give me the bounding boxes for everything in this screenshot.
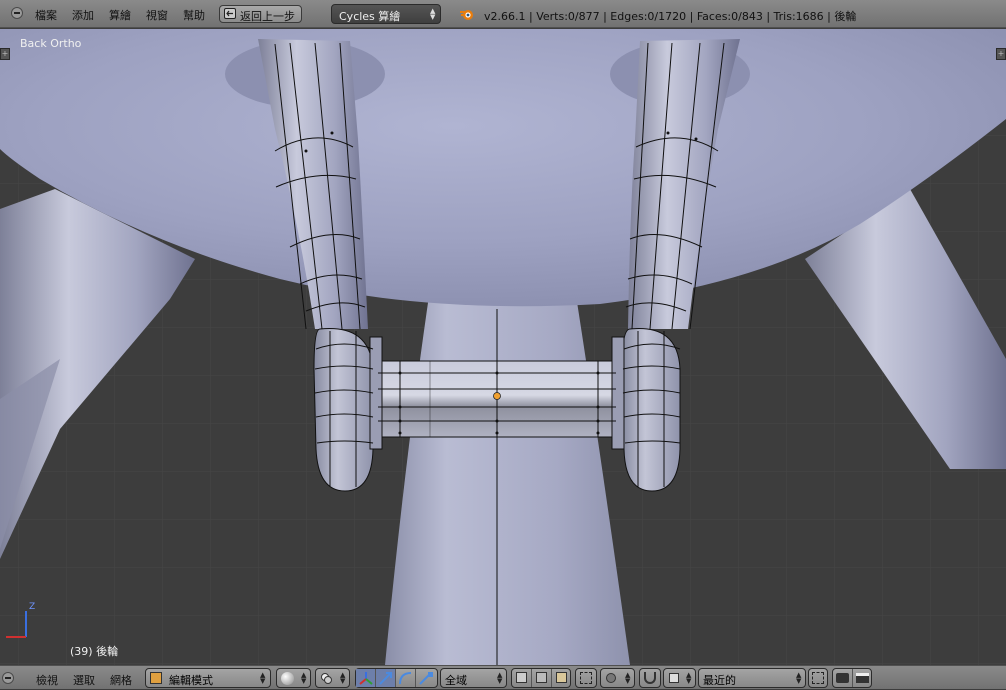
- rotate-icon: [399, 672, 412, 685]
- back-to-previous-button[interactable]: 返回上一步: [219, 5, 302, 23]
- menu-render[interactable]: 算繪: [109, 7, 131, 23]
- mode-label: 編輯模式: [169, 674, 213, 687]
- back-icon: [224, 8, 236, 19]
- mode-select[interactable]: 編輯模式 ▲ ▼: [145, 668, 271, 688]
- header-collapse-icon[interactable]: [2, 672, 14, 684]
- vertex-select-mode[interactable]: [512, 669, 532, 687]
- updown-arrows-icon: ▲ ▼: [686, 671, 692, 685]
- axis-z-label: Z: [29, 602, 36, 612]
- limit-selection-icon: [580, 672, 592, 684]
- object-origin-icon: [493, 392, 501, 400]
- limit-selection-toggle[interactable]: [575, 668, 597, 688]
- manipulator-icon: [359, 672, 373, 685]
- updown-arrows-icon: ▲ ▼: [260, 671, 266, 685]
- edge-select-icon: [536, 672, 547, 683]
- 3d-viewport[interactable]: Z Back Ortho (39) 後輪 + +: [0, 29, 1006, 665]
- translate-manipulator[interactable]: [376, 669, 396, 687]
- vertex-select-icon: [516, 672, 527, 683]
- right-wheel: [621, 328, 681, 492]
- scene-stats: v2.66.1 | Verts:0/877 | Edges:0/1720 | F…: [484, 10, 857, 23]
- viewport-header: 檢視 選取 網格 編輯模式 ▲ ▼ ▲ ▼ ▲ ▼ 全域 ▲ ▼ ▲ ▼ ▲ ▼…: [0, 665, 1006, 689]
- snap-target-select[interactable]: 最近的 ▲ ▼: [698, 668, 806, 688]
- snap-target-label: 最近的: [703, 674, 736, 687]
- updown-arrows-icon: ▲ ▼: [340, 671, 346, 685]
- updown-arrows-icon: ▲ ▼: [796, 671, 802, 685]
- menu-add[interactable]: 添加: [72, 7, 94, 23]
- face-select-mode[interactable]: [552, 669, 571, 687]
- pivot-point-select[interactable]: ▲ ▼: [315, 668, 350, 688]
- scale-icon: [419, 672, 433, 685]
- opengl-render-image[interactable]: [833, 669, 853, 687]
- menu-view[interactable]: 檢視: [36, 672, 58, 688]
- magnet-icon: [644, 672, 656, 684]
- menu-mesh[interactable]: 網格: [110, 672, 132, 688]
- info-header: 檔案 添加 算繪 視窗 幫助 返回上一步 Cycles 算繪 ▲ ▼ v2.66.…: [0, 0, 1006, 28]
- edge-select-mode[interactable]: [532, 669, 552, 687]
- manipulator-toggle[interactable]: [356, 669, 376, 687]
- render-engine-select[interactable]: Cycles 算繪 ▲ ▼: [331, 4, 441, 24]
- back-button-label: 返回上一步: [240, 10, 295, 23]
- menu-window[interactable]: 視窗: [146, 7, 168, 23]
- proportional-edit-icon: [606, 673, 616, 683]
- face-select-icon: [556, 672, 567, 683]
- scale-manipulator[interactable]: [416, 669, 437, 687]
- pivot-dot-icon: [320, 672, 333, 685]
- updown-arrows-icon: ▲ ▼: [430, 7, 436, 21]
- snap-element-select[interactable]: ▲ ▼: [663, 668, 696, 688]
- render-buttons: [832, 668, 872, 688]
- blender-logo-icon: [460, 10, 473, 20]
- menu-help[interactable]: 幫助: [183, 7, 205, 23]
- left-wheel: [313, 328, 374, 492]
- view-name: Back Ortho: [20, 37, 82, 50]
- snap-options-icon: [812, 672, 824, 684]
- arrow-icon: [379, 672, 392, 685]
- transform-orientation-select[interactable]: 全域 ▲ ▼: [440, 668, 507, 688]
- opengl-render-animation[interactable]: [853, 669, 872, 687]
- object-info: (39) 後輪: [70, 645, 119, 658]
- updown-arrows-icon: ▲ ▼: [625, 671, 631, 685]
- clapper-icon: [856, 673, 869, 683]
- snap-element-icon: [669, 673, 679, 683]
- select-mode-group: [511, 668, 571, 688]
- updown-arrows-icon: ▲ ▼: [301, 671, 307, 685]
- viewport-shading-select[interactable]: ▲ ▼: [276, 668, 311, 688]
- rotate-manipulator[interactable]: [396, 669, 416, 687]
- snap-options-toggle[interactable]: [808, 668, 828, 688]
- solid-shading-icon: [281, 672, 294, 685]
- orientation-label: 全域: [445, 674, 467, 687]
- render-engine-label: Cycles 算繪: [339, 10, 401, 23]
- edit-mode-icon: [150, 672, 162, 684]
- camera-icon: [836, 673, 849, 683]
- proportional-edit-select[interactable]: ▲ ▼: [600, 668, 635, 688]
- properties-toggle-icon[interactable]: +: [996, 48, 1006, 60]
- viewport-canvas: [0, 29, 1006, 665]
- header-collapse-icon[interactable]: [11, 7, 23, 19]
- manipulator-group: [355, 668, 438, 688]
- updown-arrows-icon: ▲ ▼: [497, 671, 503, 685]
- toolshelf-toggle-icon[interactable]: +: [0, 48, 10, 60]
- menu-select[interactable]: 選取: [73, 672, 95, 688]
- menu-file[interactable]: 檔案: [35, 7, 57, 23]
- snap-toggle[interactable]: [639, 668, 661, 688]
